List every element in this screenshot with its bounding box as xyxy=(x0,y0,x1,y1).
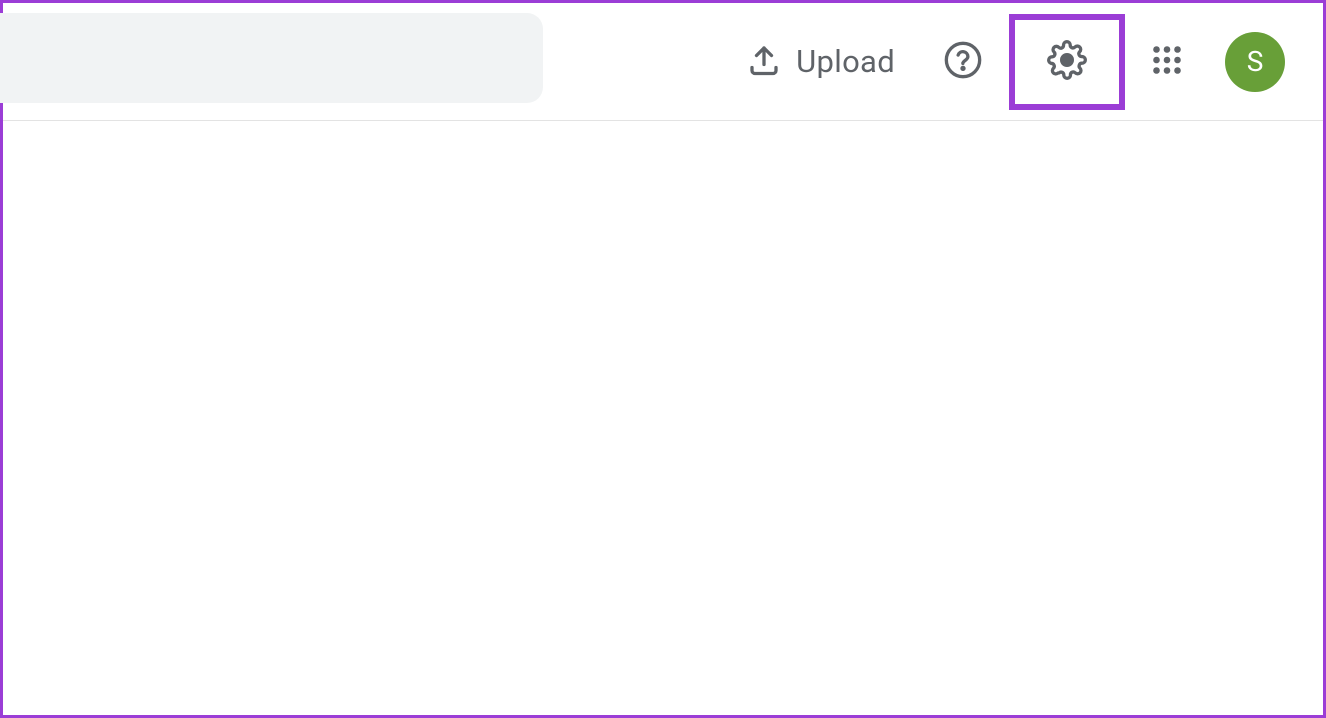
help-icon xyxy=(943,40,983,84)
apps-button[interactable] xyxy=(1137,32,1197,92)
settings-button[interactable] xyxy=(1037,32,1097,92)
header: Upload xyxy=(3,3,1323,121)
gear-icon xyxy=(1047,40,1087,84)
search-input[interactable] xyxy=(0,13,543,103)
main-content xyxy=(3,121,1323,715)
help-button[interactable] xyxy=(933,32,993,92)
avatar[interactable]: S xyxy=(1225,32,1285,92)
avatar-initial: S xyxy=(1247,45,1264,78)
apps-grid-icon xyxy=(1149,42,1185,82)
settings-highlight xyxy=(1009,14,1125,110)
upload-icon xyxy=(746,42,782,82)
upload-label: Upload xyxy=(796,43,895,80)
upload-button[interactable]: Upload xyxy=(726,42,915,82)
